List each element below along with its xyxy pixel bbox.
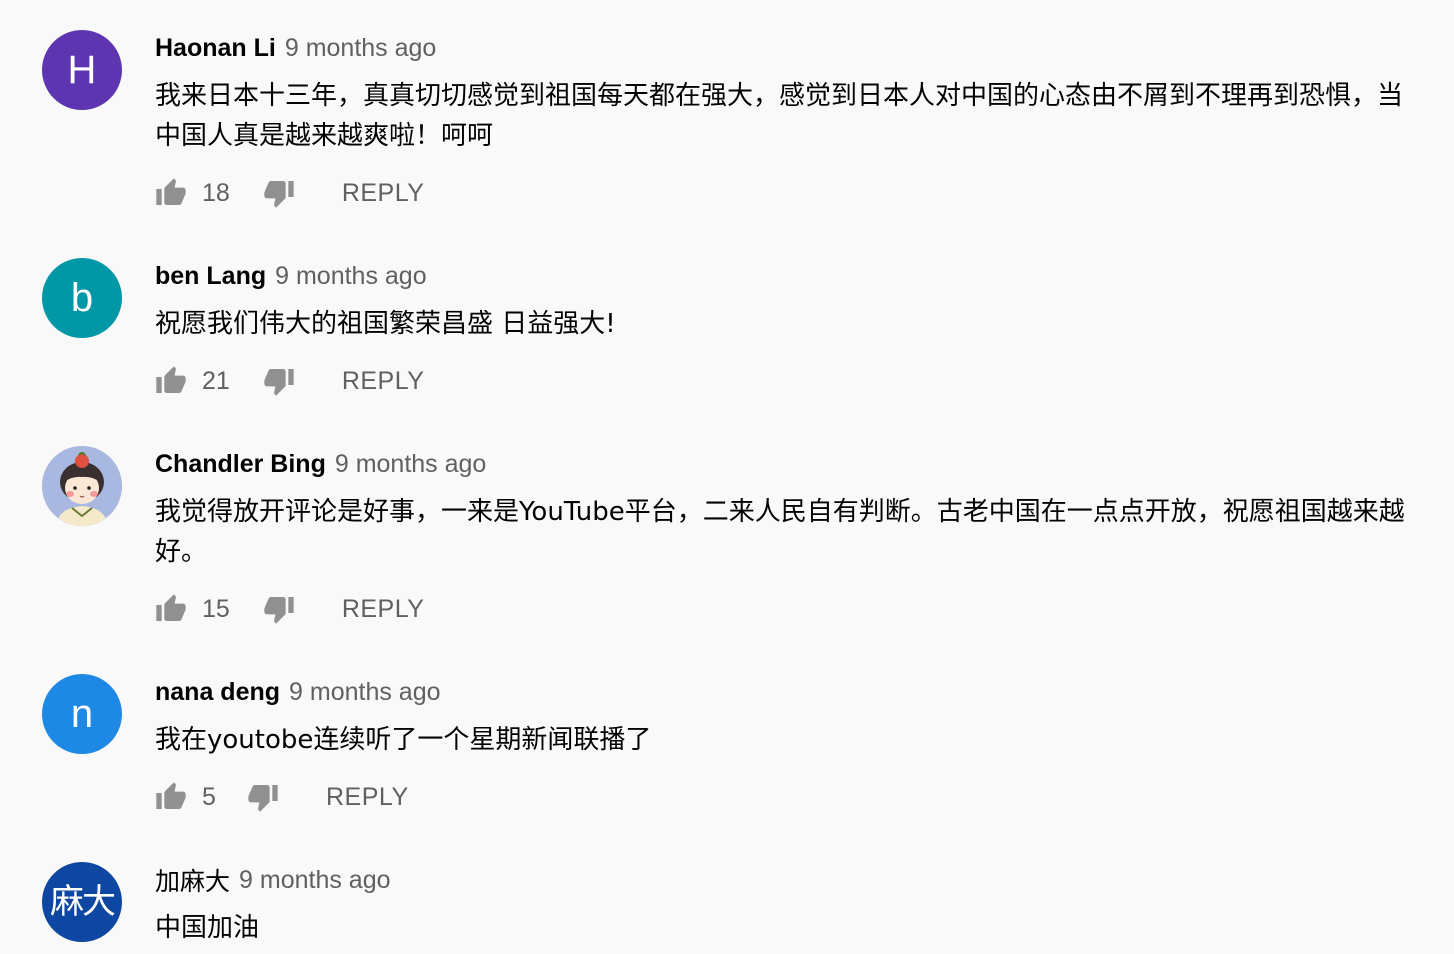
like-count: 18	[202, 178, 230, 207]
avatar[interactable]: 麻大	[42, 862, 122, 942]
avatar-initial: b	[70, 276, 94, 320]
thumb-up-icon[interactable]	[154, 364, 188, 398]
comment-list: H Haonan Li 9 months ago 我来日本十三年，真真切切感觉到…	[0, 0, 1454, 954]
published-time[interactable]: 9 months ago	[335, 450, 487, 479]
comment-text: 我觉得放开评论是好事，一来是YouTube平台，二来人民自有判断。古老中国在一点…	[155, 497, 1405, 567]
comment-actions: 18 REPLY	[154, 176, 424, 210]
comment-thread: Chandler Bing 9 months ago 我觉得放开评论是好事，一来…	[0, 416, 1454, 644]
thumb-down-icon[interactable]	[262, 364, 296, 398]
comment-header: ben Lang 9 months ago	[155, 260, 427, 292]
comment-header: Haonan Li 9 months ago	[155, 32, 436, 64]
comment-header: 加麻大 9 months ago	[155, 862, 391, 898]
author-name[interactable]: ben Lang	[155, 262, 266, 291]
comment-actions: 5 REPLY	[154, 780, 409, 814]
comment-thread: H Haonan Li 9 months ago 我来日本十三年，真真切切感觉到…	[0, 0, 1454, 228]
cartoon-avatar[interactable]	[42, 446, 122, 526]
avatar[interactable]: b	[42, 258, 122, 338]
reply-button[interactable]: REPLY	[342, 367, 425, 396]
published-time[interactable]: 9 months ago	[285, 34, 437, 63]
comment-text: 我来日本十三年，真真切切感觉到祖国每天都在强大，感觉到日本人对中国的心态由不屑到…	[155, 81, 1404, 151]
like-count: 15	[202, 594, 230, 623]
author-name[interactable]: 加麻大	[155, 862, 230, 898]
thumb-up-icon[interactable]	[154, 176, 188, 210]
comment-actions: 21 REPLY	[154, 364, 424, 398]
reply-button[interactable]: REPLY	[342, 595, 425, 624]
comment-thread: 麻大 加麻大 9 months ago 中国加油	[0, 832, 1454, 954]
comment-actions: 15 REPLY	[154, 592, 424, 626]
cartoon-avatar-icon	[42, 446, 122, 526]
published-time[interactable]: 9 months ago	[289, 678, 441, 707]
avatar[interactable]: n	[42, 674, 122, 754]
avatar-initial: 麻大	[50, 883, 116, 921]
author-name[interactable]: nana deng	[155, 678, 280, 707]
reply-button[interactable]: REPLY	[326, 783, 409, 812]
published-time[interactable]: 9 months ago	[275, 262, 427, 291]
author-name[interactable]: Haonan Li	[155, 34, 276, 63]
comment-header: nana deng 9 months ago	[155, 676, 441, 708]
comment-text: 祝愿我们伟大的祖国繁荣昌盛 日益强大!	[155, 309, 616, 339]
comment-header: Chandler Bing 9 months ago	[155, 448, 486, 480]
published-time[interactable]: 9 months ago	[239, 866, 391, 895]
author-name[interactable]: Chandler Bing	[155, 450, 326, 479]
reply-button[interactable]: REPLY	[342, 179, 425, 208]
like-count: 5	[202, 782, 216, 811]
thumb-down-icon[interactable]	[262, 592, 296, 626]
thumb-up-icon[interactable]	[154, 592, 188, 626]
thumb-down-icon[interactable]	[246, 780, 280, 814]
thumb-down-icon[interactable]	[262, 176, 296, 210]
comment-text: 中国加油	[155, 913, 260, 943]
avatar-initial: H	[67, 48, 97, 92]
comment-thread: b ben Lang 9 months ago 祝愿我们伟大的祖国繁荣昌盛 日益…	[0, 228, 1454, 416]
comment-thread: n nana deng 9 months ago 我在youtobe连续听了一个…	[0, 644, 1454, 832]
avatar[interactable]: H	[42, 30, 122, 110]
thumb-up-icon[interactable]	[154, 780, 188, 814]
avatar-initial: n	[70, 692, 94, 736]
comment-text: 我在youtobe连续听了一个星期新闻联播了	[155, 725, 652, 755]
like-count: 21	[202, 366, 230, 395]
